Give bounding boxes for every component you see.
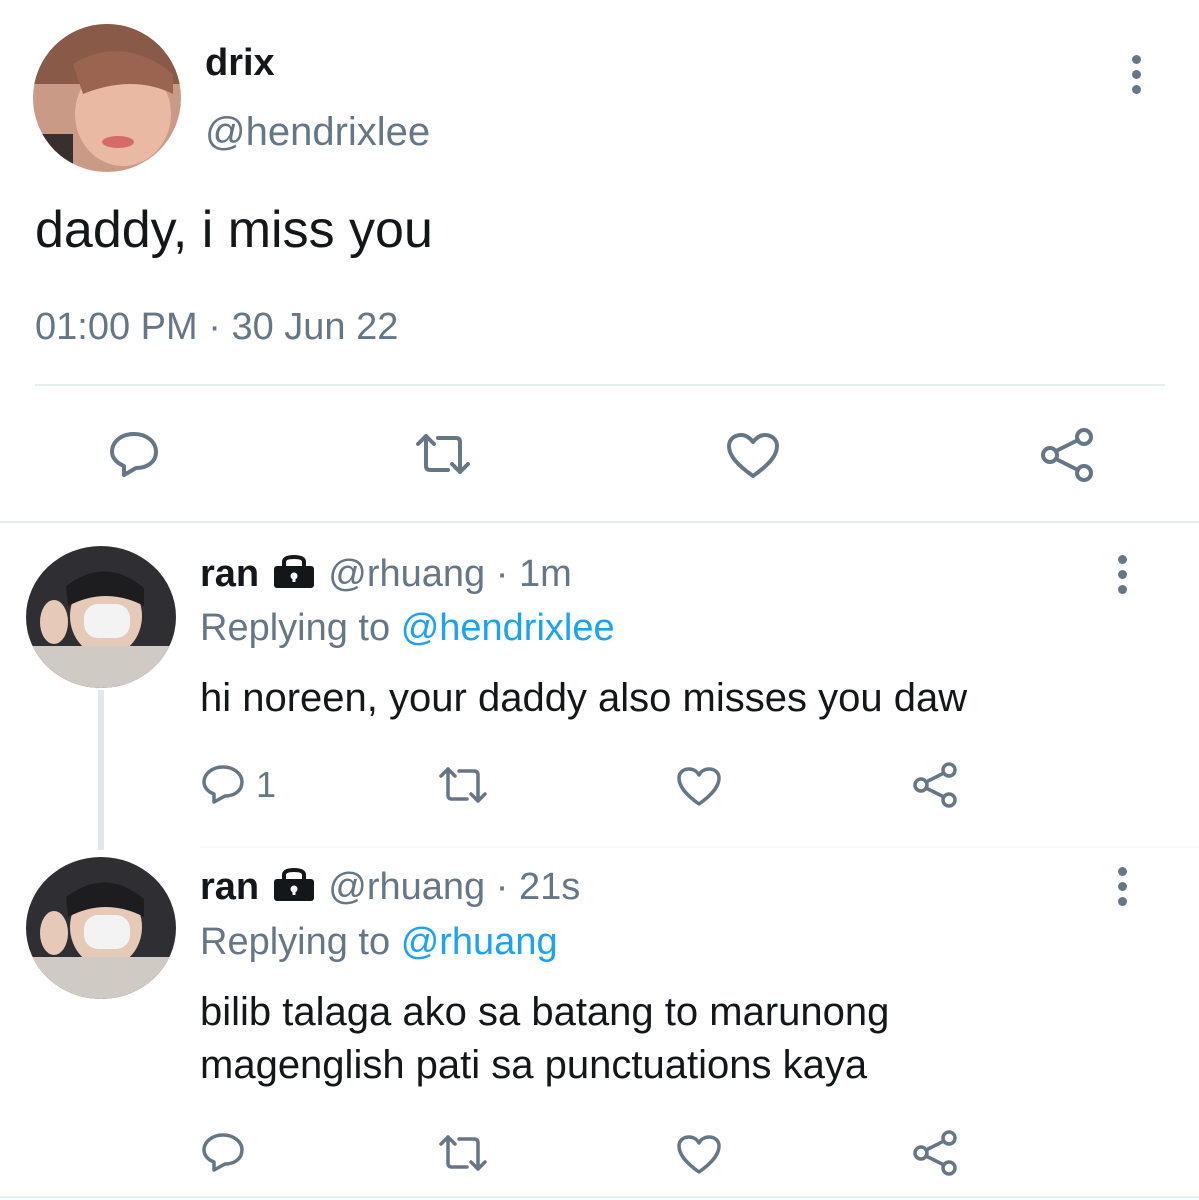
more-options-icon[interactable] <box>1118 867 1127 912</box>
divider <box>200 846 1199 848</box>
share-icon[interactable] <box>912 762 958 808</box>
reply-separator: · <box>495 866 509 908</box>
replying-to-link[interactable]: @rhuang <box>401 921 558 963</box>
reply-age: 21s <box>518 866 581 908</box>
reply-age: 1m <box>518 553 572 595</box>
retweet-icon[interactable] <box>438 1134 488 1172</box>
replying-label: Replying to <box>200 607 391 649</box>
author-avatar[interactable] <box>33 24 181 172</box>
retweet-icon[interactable] <box>414 432 472 476</box>
tweet-date: 30 Jun 22 <box>231 306 399 348</box>
reply-avatar[interactable] <box>26 546 176 688</box>
divider <box>35 384 1165 386</box>
tweet-text: daddy, i miss you <box>35 201 433 259</box>
timestamp-separator: · <box>208 306 221 348</box>
more-options-icon[interactable] <box>1118 555 1127 600</box>
comment-icon[interactable] <box>201 1132 245 1172</box>
reply-display-name[interactable]: ran <box>200 866 259 908</box>
reply-avatar[interactable] <box>26 857 176 999</box>
comment-icon[interactable] <box>201 764 245 804</box>
author-display-name[interactable]: drix <box>205 42 275 85</box>
lock-icon <box>270 867 318 911</box>
reply-display-name[interactable]: ran <box>200 553 259 595</box>
lock-icon <box>270 554 318 598</box>
author-handle[interactable]: @hendrixlee <box>205 110 430 155</box>
reply-header: ran @rhuang · 21s <box>200 866 580 911</box>
replying-to-link[interactable]: @hendrixlee <box>401 607 615 649</box>
reply-header: ran @rhuang · 1m <box>200 553 572 598</box>
thread-line <box>98 690 104 850</box>
replying-label: Replying to <box>200 921 391 963</box>
heart-icon[interactable] <box>726 432 780 480</box>
reply-text-line-2: magenglish pati sa punctuations kaya <box>200 1043 868 1087</box>
heart-icon[interactable] <box>676 766 722 808</box>
reply-separator: · <box>495 553 509 595</box>
reply-handle[interactable]: @rhuang <box>328 866 485 908</box>
reply-handle[interactable]: @rhuang <box>328 553 485 595</box>
bottom-divider <box>0 1196 1199 1198</box>
reply-text-line-1: bilib talaga ako sa batang to marunong <box>200 990 890 1034</box>
replying-to: Replying to @hendrixlee <box>200 607 615 650</box>
share-icon[interactable] <box>912 1130 958 1176</box>
section-divider <box>0 521 1199 523</box>
retweet-icon[interactable] <box>438 766 488 804</box>
tweet-timestamp: 01:00 PM · 30 Jun 22 <box>35 306 398 349</box>
reply-text: hi noreen, your daddy also misses you da… <box>200 676 968 720</box>
replying-to: Replying to @rhuang <box>200 921 558 964</box>
more-options-icon[interactable] <box>1132 55 1141 100</box>
reply-count: 1 <box>256 764 277 805</box>
heart-icon[interactable] <box>676 1134 722 1176</box>
tweet-time: 01:00 PM <box>35 306 198 348</box>
comment-icon[interactable] <box>108 430 160 478</box>
share-icon[interactable] <box>1040 428 1094 482</box>
